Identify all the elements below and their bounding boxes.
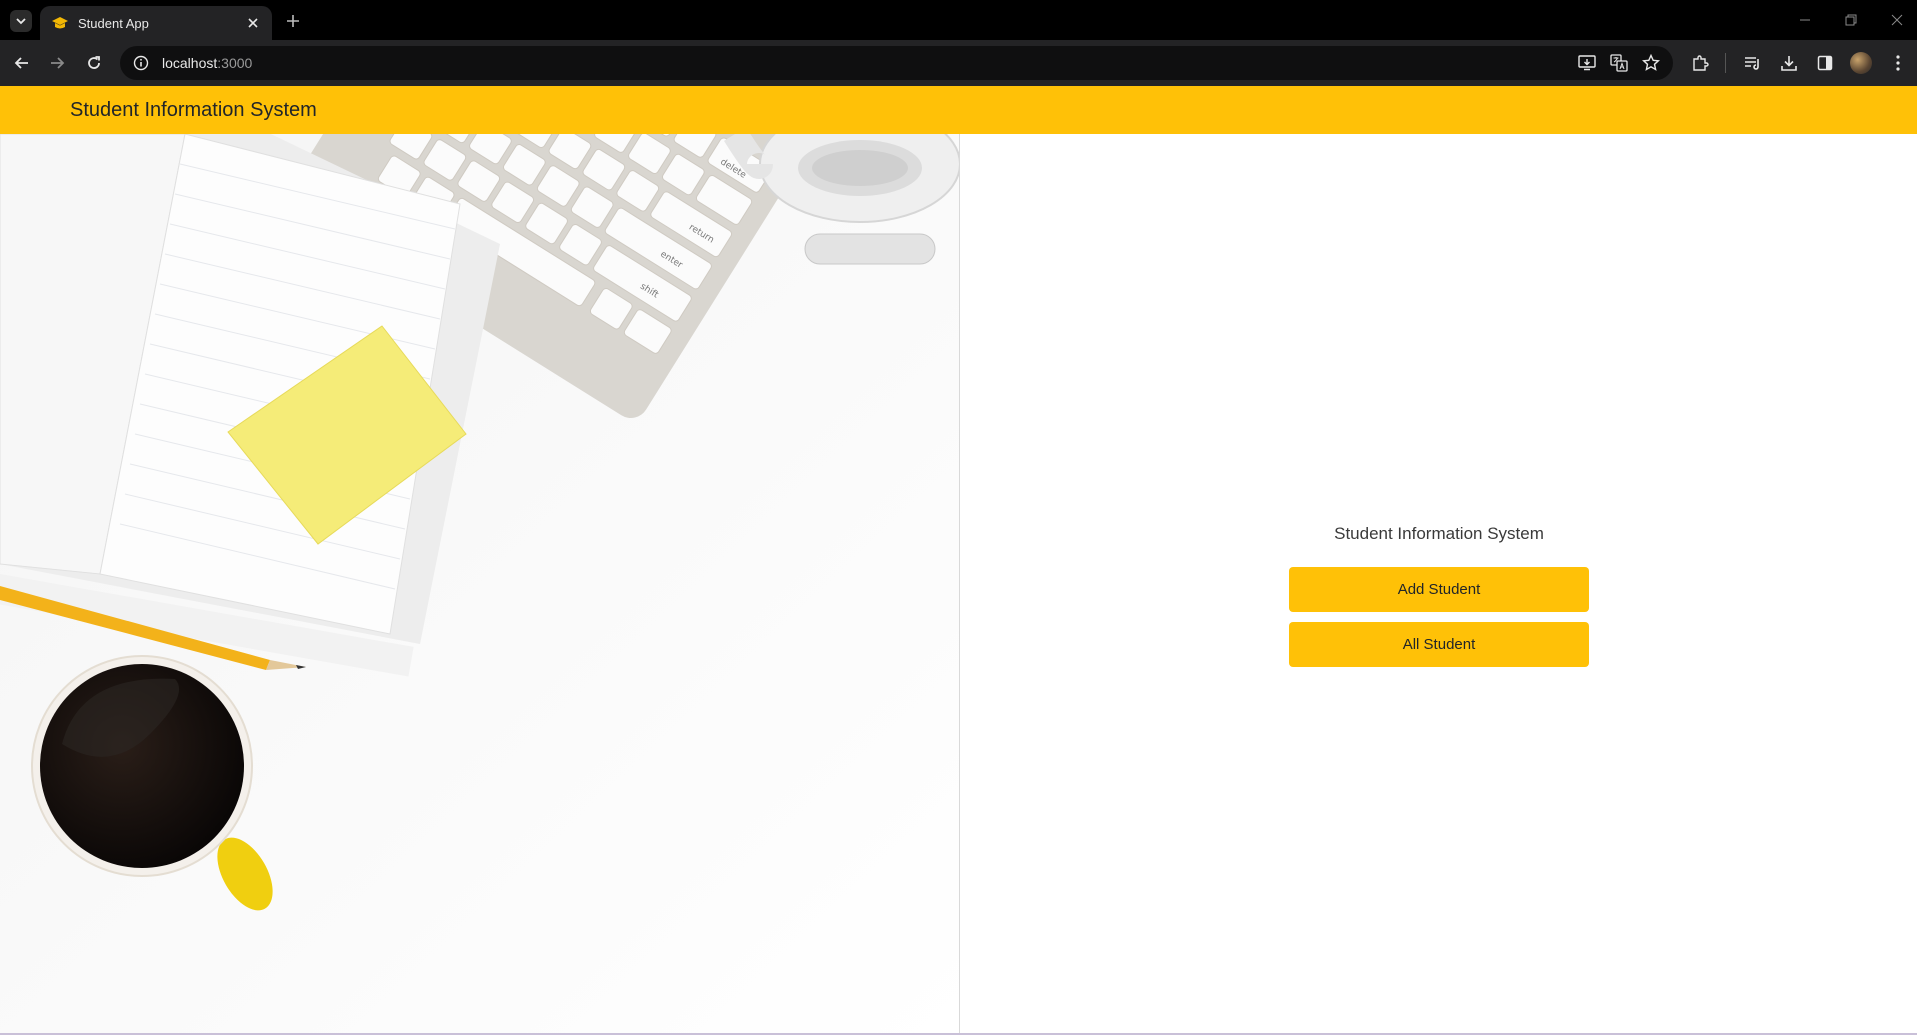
restore-icon [1845, 14, 1857, 26]
toolbar-divider [1725, 53, 1726, 73]
browser-tabstrip: Student App [0, 0, 1917, 40]
minimize-icon [1800, 19, 1810, 21]
close-window-button[interactable] [1882, 8, 1912, 32]
close-tab-icon[interactable] [244, 14, 262, 32]
desk-illustration: V B J K O P delete return enter shift [0, 134, 959, 1034]
chevron-down-icon [16, 18, 26, 25]
app-navbar: Student Information System [0, 86, 1917, 134]
bookmark-star-icon[interactable] [1639, 51, 1663, 75]
reload-icon [88, 56, 100, 69]
graduation-cap-icon [50, 15, 70, 31]
tab-title: Student App [78, 15, 149, 31]
minimize-button[interactable] [1790, 8, 1820, 32]
back-arrow-icon [14, 57, 28, 69]
extensions-button[interactable] [1688, 51, 1712, 75]
profile-avatar[interactable] [1850, 52, 1872, 74]
tab-search-button[interactable] [10, 10, 32, 32]
new-tab-button[interactable] [282, 10, 304, 32]
install-app-icon[interactable] [1575, 51, 1599, 75]
downloads-button[interactable] [1777, 51, 1801, 75]
panel-heading: Student Information System [1334, 524, 1544, 543]
hero-image: V B J K O P delete return enter shift [0, 134, 960, 1034]
translate-icon[interactable] [1607, 51, 1631, 75]
navbar-brand[interactable]: Student Information System [70, 99, 317, 122]
back-button[interactable] [10, 51, 34, 75]
browser-toolbar: localhost:3000 [0, 40, 1917, 86]
url-text[interactable]: localhost:3000 [162, 55, 252, 71]
side-panel-button[interactable] [1813, 51, 1837, 75]
side-panel-icon [1817, 55, 1833, 71]
reading-list-button[interactable] [1741, 51, 1765, 75]
url-host: localhost [162, 55, 218, 71]
close-icon [1891, 14, 1903, 26]
browser-tab[interactable]: Student App [40, 6, 272, 40]
main-panel: Student Information System Add Student A… [960, 134, 1917, 1034]
media-list-icon [1745, 57, 1759, 70]
forward-arrow-icon [51, 57, 65, 69]
address-bar[interactable]: localhost:3000 [120, 46, 1673, 80]
add-student-button[interactable]: Add Student [1289, 567, 1589, 612]
menu-button[interactable] [1886, 51, 1910, 75]
restore-button[interactable] [1836, 8, 1866, 32]
download-icon [1781, 56, 1797, 71]
url-port: :3000 [217, 55, 253, 71]
forward-button[interactable] [45, 51, 69, 75]
all-student-button[interactable]: All Student [1289, 622, 1589, 667]
reload-button[interactable] [82, 51, 106, 75]
kebab-menu-icon [1896, 55, 1900, 71]
site-info-icon[interactable] [132, 54, 150, 72]
plus-icon [287, 15, 299, 27]
omnibox-actions [1575, 51, 1663, 75]
puzzle-icon [1693, 55, 1709, 71]
